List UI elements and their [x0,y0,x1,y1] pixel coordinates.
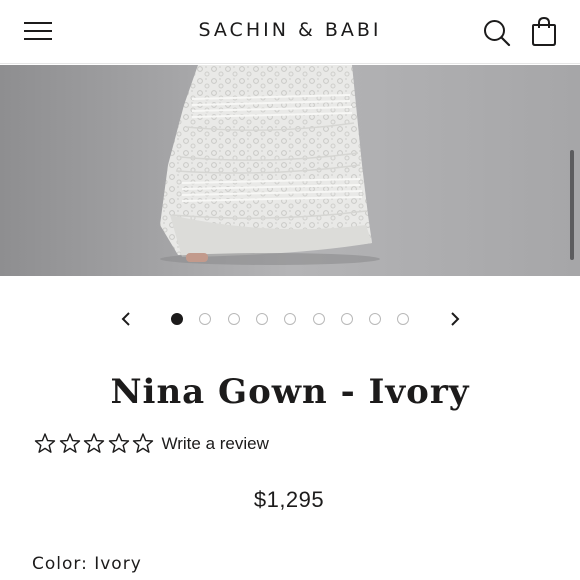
shopping-bag-icon[interactable] [531,16,557,46]
star-outline-icon[interactable] [82,432,106,456]
slide-dot-7[interactable] [340,313,353,325]
product-image-gallery[interactable] [0,65,580,276]
slide-dot-6[interactable] [312,313,325,325]
product-price: $1,295 [253,487,325,512]
search-icon[interactable] [483,19,511,47]
product-photo [0,65,580,276]
slide-dot-3[interactable] [227,313,240,325]
slide-dot-8[interactable] [369,313,382,325]
color-selector: Color: Ivory [32,554,142,574]
product-rating: Write a review [33,430,269,458]
slide-dot-1[interactable] [171,313,183,325]
brand-name[interactable]: SACHIN & BABI [198,19,381,41]
previous-slide-arrow-icon[interactable] [118,310,136,328]
next-slide-arrow-icon[interactable] [445,310,463,328]
slide-dot-5[interactable] [284,313,297,325]
star-outline-icon[interactable] [131,432,155,456]
rating-stars[interactable] [33,432,156,456]
site-header: SACHIN & BABI [0,0,580,64]
gallery-scrollbar[interactable] [570,150,574,260]
gallery-navigation [0,304,580,334]
star-outline-icon[interactable] [107,432,131,456]
slide-dot-9[interactable] [397,313,410,325]
color-label: Color: [32,554,88,574]
product-title: Nina Gown - Ivory [110,372,470,412]
star-outline-icon[interactable] [33,432,57,456]
write-review-link[interactable]: Write a review [162,434,269,454]
star-outline-icon[interactable] [58,432,82,456]
slide-dot-2[interactable] [199,313,212,325]
color-value: Ivory [94,554,142,574]
slide-dot-4[interactable] [255,313,268,325]
